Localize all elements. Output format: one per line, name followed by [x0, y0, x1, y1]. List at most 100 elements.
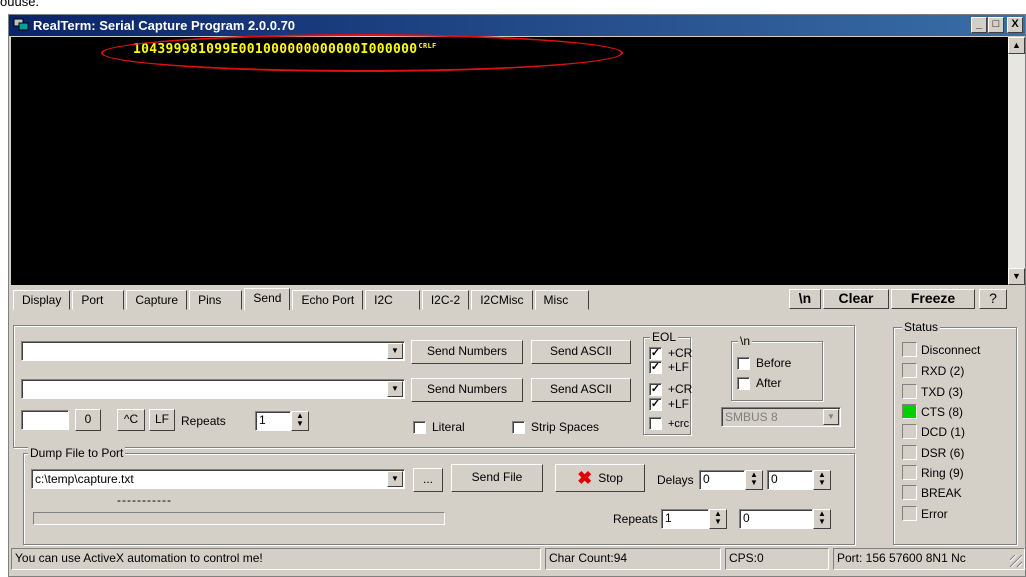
status-error[interactable]: Error	[902, 506, 948, 521]
literal-check-box[interactable]	[413, 420, 426, 434]
title-bar[interactable]: RealTerm: Serial Capture Program 2.0.0.7…	[9, 15, 1025, 36]
delay-1-spinner-icon[interactable]: ▲ ▼	[745, 470, 763, 490]
eol-cr-1-checkbox[interactable]: ✓ +CR	[649, 346, 692, 360]
send-line-1-combo[interactable]: ▼	[21, 341, 405, 361]
status-disconnect-label: Disconnect	[921, 342, 981, 357]
repeats-label: Repeats	[181, 414, 226, 428]
delay-2-input[interactable]: 0	[767, 470, 813, 490]
tab-i2c[interactable]: I2C	[365, 290, 420, 310]
char-input[interactable]	[21, 410, 69, 430]
tab-i2c-2[interactable]: I2C-2	[421, 290, 470, 310]
close-button[interactable]: X	[1007, 17, 1023, 33]
led-disconnect	[902, 342, 917, 357]
terminal-scrollbar[interactable]: ▲ ▼	[1008, 37, 1025, 285]
status-rxd: RXD (2)	[902, 363, 964, 378]
dump-repeats-label: Repeats	[613, 512, 658, 526]
eol-lf-2-check-box[interactable]: ✓	[649, 397, 662, 411]
led-rxd	[902, 363, 917, 378]
before-checkbox[interactable]: Before	[737, 356, 791, 370]
window-title: RealTerm: Serial Capture Program 2.0.0.7…	[33, 18, 296, 33]
send-numbers-button-2[interactable]: Send Numbers	[411, 378, 523, 402]
tab-misc[interactable]: Misc	[534, 290, 590, 310]
after-label: After	[756, 376, 782, 390]
eol-lf-1-checkbox[interactable]: ✓ +LF	[649, 360, 689, 374]
strip-spaces-check-box[interactable]	[512, 420, 525, 434]
status-group: Status Disconnect RXD (2) TXD (3) CTS (8…	[893, 320, 1017, 545]
delay-2-spinner-icon[interactable]: ▲ ▼	[813, 470, 831, 490]
send-ascii-button-1[interactable]: Send ASCII	[531, 340, 631, 364]
eol-crc-check-box[interactable]	[649, 417, 662, 430]
chevron-down-icon[interactable]: ▼	[387, 471, 403, 487]
status-disconnect[interactable]: Disconnect	[902, 342, 980, 357]
stop-label: Stop	[598, 470, 623, 485]
eol-crc-checkbox[interactable]: +crc	[649, 417, 689, 430]
dump-repeats-2-spinner-icon[interactable]: ▲ ▼	[813, 509, 831, 529]
status-rxd-label: RXD (2)	[921, 363, 965, 378]
smbus-value: SMBUS 8	[725, 410, 778, 424]
led-break	[902, 485, 917, 500]
minimize-button[interactable]: _	[971, 17, 987, 33]
stop-x-icon: ✖	[577, 467, 593, 488]
dump-repeats-2-input[interactable]: 0	[739, 509, 813, 529]
maximize-button[interactable]: □	[988, 17, 1004, 33]
strip-spaces-checkbox[interactable]: Strip Spaces	[512, 420, 599, 434]
repeats-spinner-icon[interactable]: ▲ ▼	[291, 411, 309, 431]
dump-file-combo[interactable]: c:\temp\capture.txt ▼	[31, 469, 405, 489]
eol-lf-2-checkbox[interactable]: ✓ +LF	[649, 397, 689, 411]
dump-repeats-1-spinner-icon[interactable]: ▲ ▼	[709, 509, 727, 529]
led-ring	[902, 465, 917, 480]
tab-send[interactable]: Send	[244, 288, 291, 310]
send-line-2-combo[interactable]: ▼	[21, 379, 405, 399]
status-break-label: BREAK	[921, 485, 962, 500]
delay-1-input[interactable]: 0	[699, 470, 745, 490]
eol-cr-1-check-box[interactable]: ✓	[649, 346, 662, 360]
smbus-combo[interactable]: SMBUS 8 ▼	[721, 407, 841, 427]
resize-grip-icon[interactable]	[1010, 555, 1022, 567]
tab-capture[interactable]: Capture	[126, 290, 188, 310]
eol-title: EOL	[650, 330, 679, 344]
tab-port[interactable]: Port	[72, 290, 125, 310]
repeats-input[interactable]: 1	[255, 411, 291, 431]
tab-pins[interactable]: Pins	[189, 290, 243, 310]
led-error	[902, 506, 917, 521]
chevron-down-icon[interactable]: ▼	[387, 381, 403, 397]
chevron-down-icon[interactable]: ▼	[823, 409, 839, 425]
send-zero-button[interactable]: 0	[75, 409, 101, 431]
clear-button[interactable]: Clear	[823, 289, 889, 309]
eol-cr-2-check-box[interactable]: ✓	[649, 382, 662, 396]
after-checkbox[interactable]: After	[737, 376, 781, 390]
before-check-box[interactable]	[737, 356, 750, 370]
chevron-down-icon[interactable]: ▼	[387, 343, 403, 359]
cps-readout: CPS:0	[725, 548, 829, 570]
freeze-button[interactable]: Freeze	[891, 289, 975, 309]
scroll-up-icon[interactable]: ▲	[1008, 37, 1025, 54]
delays-label: Delays	[657, 473, 694, 487]
stop-button[interactable]: ✖ Stop	[555, 464, 645, 492]
send-file-button[interactable]: Send File	[451, 464, 543, 492]
terminal-display[interactable]: 104399981099E001000000000000I000000CRLF	[11, 34, 1008, 285]
newline-toggle-button[interactable]: \n	[789, 289, 821, 309]
send-ascii-button-2[interactable]: Send ASCII	[531, 378, 631, 402]
eol-cr-2-checkbox[interactable]: ✓ +CR	[649, 382, 692, 396]
send-numbers-button-1[interactable]: Send Numbers	[411, 340, 523, 364]
status-break[interactable]: BREAK	[902, 485, 962, 500]
after-check-box[interactable]	[737, 376, 750, 390]
red-annotation-ellipse	[101, 34, 623, 72]
eol-lf-1-check-box[interactable]: ✓	[649, 360, 662, 374]
help-button[interactable]: ?	[979, 289, 1007, 309]
tab-echo-port[interactable]: Echo Port	[292, 290, 364, 310]
tab-display[interactable]: Display	[13, 290, 71, 310]
tab-i2cmisc[interactable]: I2CMisc	[471, 290, 533, 310]
send-lf-button[interactable]: LF	[149, 409, 175, 431]
scroll-down-icon[interactable]: ▼	[1008, 268, 1025, 285]
app-icon	[13, 18, 29, 31]
status-error-label: Error	[921, 506, 948, 521]
literal-checkbox[interactable]: Literal	[413, 420, 465, 434]
status-dcd-label: DCD (1)	[921, 424, 965, 439]
led-dcd	[902, 424, 917, 439]
dump-repeats-1-input[interactable]: 1	[661, 509, 709, 529]
eol-crc-label: +crc	[668, 417, 690, 430]
browse-button[interactable]: ...	[413, 468, 443, 492]
send-ctrl-c-button[interactable]: ^C	[117, 409, 145, 431]
before-label: Before	[756, 356, 792, 370]
